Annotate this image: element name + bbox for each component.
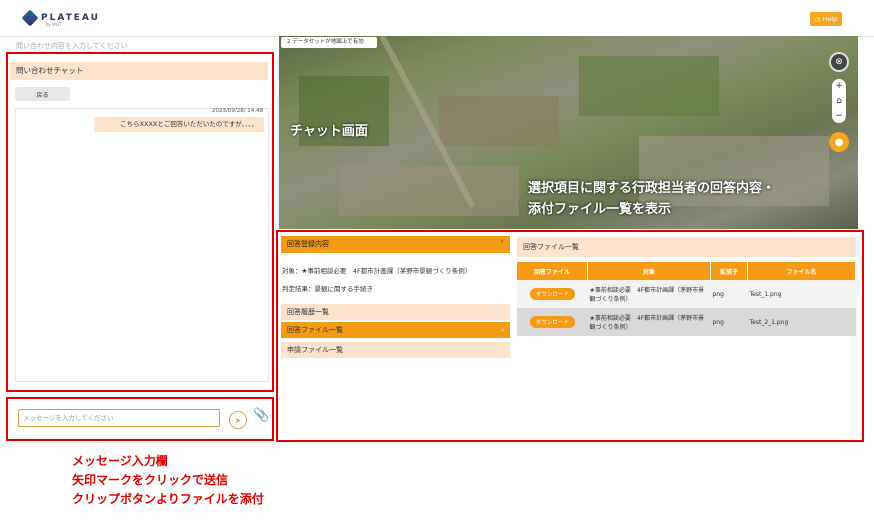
zoom-in-icon[interactable]: + <box>835 81 843 91</box>
filename-cell: Test_1.png <box>747 280 856 308</box>
answer-files-title: 回答ファイル一覧 <box>517 237 856 257</box>
detail-annotation: 選択項目に関する行政担当者の回答内容・ 添付ファイル一覧を表示 <box>528 178 775 220</box>
chevron-right-icon: › <box>501 326 504 334</box>
clock-icon: ◷ <box>814 15 821 23</box>
input-annotation: メッセージ入力欄 矢印マークをクリックで送信 クリップボタンよりファイルを添付 <box>72 452 264 509</box>
reg-header-label: 回答登録内容 <box>287 240 329 248</box>
location-pin-button[interactable]: ● <box>829 132 849 152</box>
zoom-out-icon[interactable]: − <box>835 111 843 121</box>
chevron-right-icon: › <box>501 346 504 354</box>
chat-message-area[interactable] <box>15 108 269 382</box>
nav-label: 回答履歴一覧 <box>287 308 329 316</box>
compass-icon: ⊗ <box>835 57 843 67</box>
logo-mark-icon <box>21 9 39 27</box>
download-button[interactable]: ダウンロード <box>529 288 575 300</box>
nav-label: 回答ファイル一覧 <box>287 326 343 334</box>
home-icon[interactable]: ⌂ <box>836 96 842 106</box>
chevron-right-icon: › <box>501 308 504 316</box>
chevron-up-icon: ˄ <box>500 240 505 248</box>
annotation-line: 選択項目に関する行政担当者の回答内容・ <box>528 181 776 196</box>
app-header <box>0 0 874 37</box>
help-label: Help <box>822 15 838 23</box>
map-field <box>439 96 559 146</box>
message-timestamp: 2023/09/28/ 14:48 <box>212 108 264 114</box>
nav-answer-history[interactable]: 回答履歴一覧 › <box>281 304 510 320</box>
chat-message-bubble: こちらXXXXとご回答いただいたのですが、、、、 <box>94 117 264 132</box>
help-button[interactable]: ◷ Help <box>810 12 842 26</box>
paperclip-icon: 📎 <box>253 408 270 423</box>
answer-registration-header[interactable]: 回答登録内容 ˄ <box>281 236 510 253</box>
target-cell: ★事前相談必要 4F都市計画課（茅野市景観づくり条例） <box>587 280 711 308</box>
target-text: 対象：★事前相談必要 4F都市計画課（茅野市景観づくり条例） <box>282 267 472 275</box>
target-cell: ★事前相談必要 4F都市計画課（茅野市景観づくり条例） <box>587 308 711 336</box>
column-header: 回答ファイル <box>517 262 588 280</box>
column-header: ファイル名 <box>747 262 856 280</box>
message-input[interactable]: メッセージを入力してください <box>18 409 220 427</box>
nav-answer-files[interactable]: 回答ファイル一覧 › <box>281 322 510 338</box>
nav-label: 申請ファイル一覧 <box>287 346 343 354</box>
send-button[interactable]: ➤ <box>229 411 247 429</box>
faded-hint-text: 問い合わせ内容を入力してください <box>16 42 128 50</box>
answer-files-table: 回答ファイル 対象 拡張子 ファイル名 ダウンロード ★事前相談必要 4F都市計… <box>517 262 856 336</box>
filename-cell: Test_2_1.png <box>747 308 856 336</box>
annotation-line: 添付ファイル一覧を表示 <box>528 202 672 217</box>
column-header: 拡張子 <box>710 262 748 280</box>
logo-subtext: by MLIT <box>46 22 62 27</box>
annotation-line: 矢印マークをクリックで送信 <box>72 473 229 487</box>
attach-file-button[interactable]: 📎 <box>253 408 269 423</box>
pin-icon: ● <box>834 136 844 148</box>
plateau-logo[interactable]: PLATEAU by MLIT <box>21 9 100 27</box>
column-header: 対象 <box>587 262 711 280</box>
table-row: ダウンロード ★事前相談必要 4F都市計画課（茅野市景観づくり条例） png T… <box>517 308 856 336</box>
chat-screen-annotation: チャット画面 <box>290 124 368 139</box>
table-header-row: 回答ファイル 対象 拡張子 ファイル名 <box>517 262 856 280</box>
chat-title: 問い合わせチャット <box>10 62 268 80</box>
map-field <box>339 166 519 216</box>
extension-cell: png <box>710 280 748 308</box>
extension-cell: png <box>710 308 748 336</box>
table-row: ダウンロード ★事前相談必要 4F都市計画課（茅野市景観づくり条例） png T… <box>517 280 856 308</box>
zoom-control[interactable]: + ⌂ − <box>832 79 846 123</box>
nav-application-files[interactable]: 申請ファイル一覧 › <box>281 342 510 358</box>
annotation-line: メッセージ入力欄 <box>72 454 168 468</box>
compass-button[interactable]: ⊗ <box>829 52 849 72</box>
back-button[interactable]: 戻る <box>15 87 70 101</box>
map-field <box>579 56 719 116</box>
download-button[interactable]: ダウンロード <box>529 316 575 328</box>
dataset-count-chip[interactable]: 2 データセットが地図上で有効 <box>281 37 377 48</box>
annotation-line: クリップボタンよりファイルを添付 <box>72 492 264 506</box>
result-text: 判定結果：景観に関する手続き <box>282 285 373 293</box>
arrow-right-icon: ➤ <box>234 415 242 425</box>
